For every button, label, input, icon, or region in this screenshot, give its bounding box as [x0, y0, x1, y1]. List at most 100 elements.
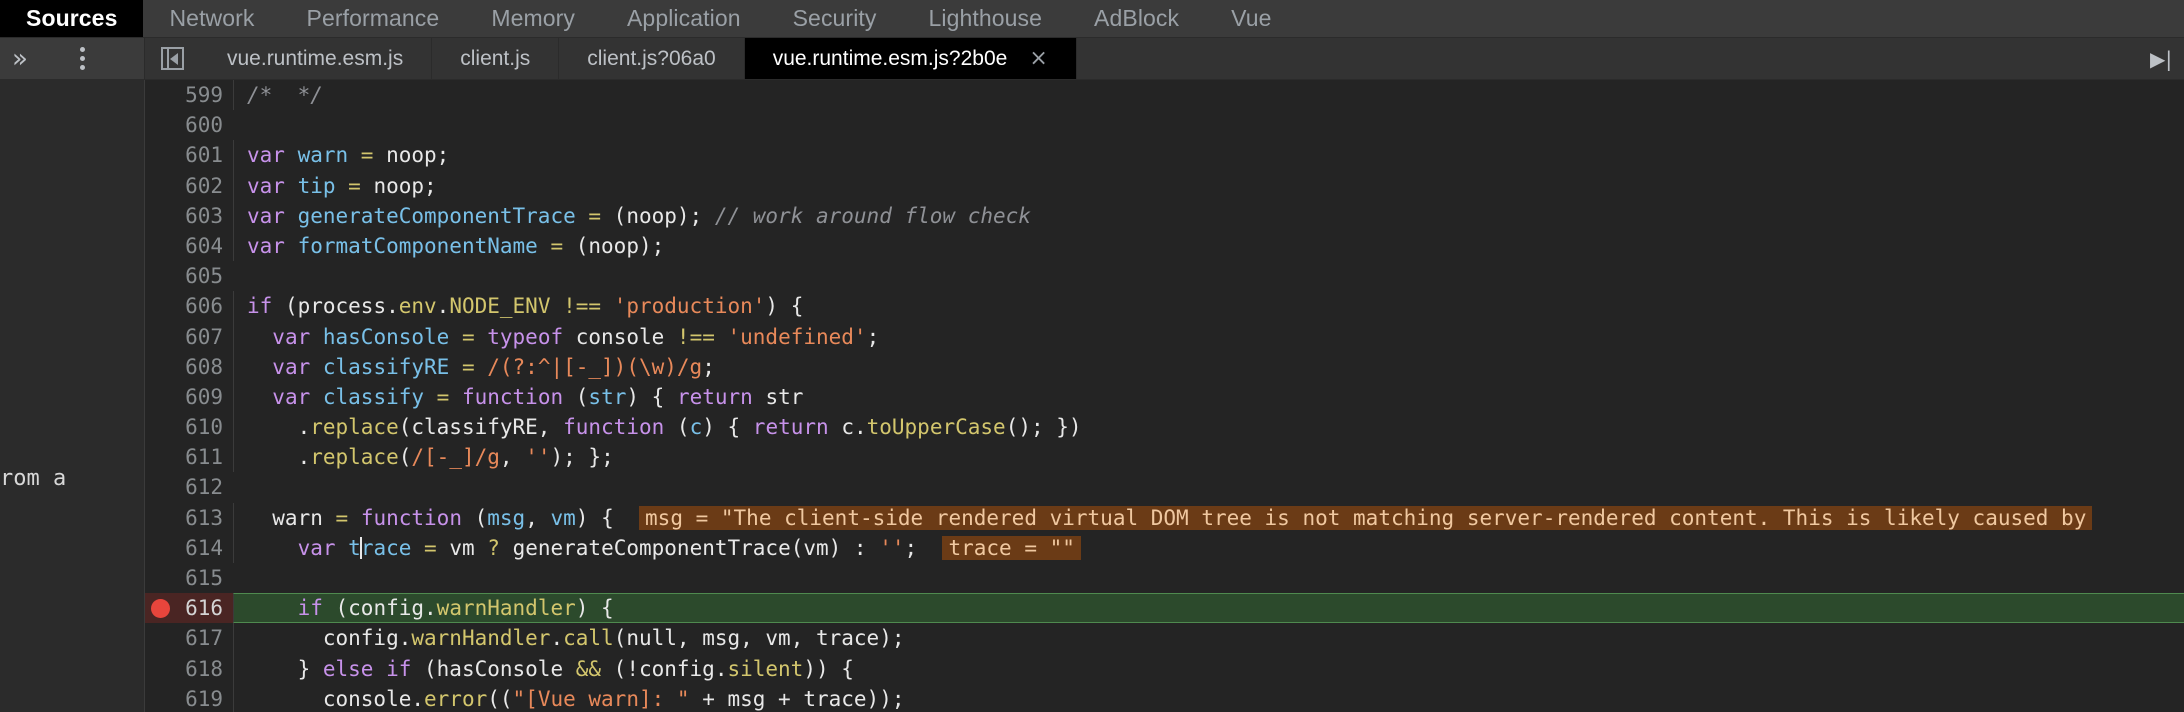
code-line[interactable]: 614 var trace = vm ? generateComponentTr…	[145, 532, 2184, 564]
code-text[interactable]: console.error(("[Vue warn]: " + msg + tr…	[233, 683, 2184, 712]
sources-body: rom a 599 /* */ 600 601 var warn = noop; 602 v…	[0, 80, 2184, 712]
line-number-gutter[interactable]: 605	[145, 261, 233, 292]
code-line[interactable]: 609 var classify = function (str) { retu…	[145, 381, 2184, 413]
close-icon[interactable]: ×	[1029, 47, 1047, 70]
code-text[interactable]: if (process.env.NODE_ENV !== 'production…	[233, 291, 2184, 322]
line-number-gutter[interactable]: 612	[145, 472, 233, 503]
code-line[interactable]: 610 .replace(classifyRE, function (c) { …	[145, 412, 2184, 443]
code-token: ;	[866, 324, 880, 349]
panel-tab-performance[interactable]: Performance	[281, 0, 466, 37]
tabs-overflow-right-icon[interactable]: ▶|	[2138, 38, 2184, 79]
code-text[interactable]: warn = function (msg, vm) { msg = "The c…	[233, 502, 2184, 533]
line-number: 612	[185, 475, 223, 500]
code-text[interactable]: var tip = noop;	[233, 170, 2184, 201]
code-text[interactable]: var trace = vm ? generateComponentTrace(…	[233, 532, 2184, 564]
code-token: ''	[525, 445, 551, 470]
line-number-gutter[interactable]: 606	[145, 291, 233, 322]
kebab-menu-icon[interactable]	[62, 47, 102, 70]
file-tab-label: client.js	[460, 46, 531, 70]
code-line[interactable]: 608 var classifyRE = /(?:^|[-_])(\w)/g;	[145, 351, 2184, 382]
line-number: 619	[185, 686, 223, 711]
code-token: ?	[487, 535, 513, 560]
code-line[interactable]: 603 var generateComponentTrace = (noop); …	[145, 200, 2184, 231]
code-token: /[-_]/g	[411, 445, 500, 470]
line-number-gutter[interactable]: 611	[145, 442, 233, 473]
line-number-gutter[interactable]: 603	[145, 200, 233, 231]
code-token: tip	[297, 173, 349, 198]
code-text[interactable]: var warn = noop;	[233, 140, 2184, 171]
code-text[interactable]: var formatComponentName = (noop);	[233, 230, 2184, 262]
panel-tab-vue[interactable]: Vue	[1205, 0, 1297, 37]
code-token: noop;	[373, 173, 437, 198]
line-number-gutter[interactable]: 601	[145, 140, 233, 171]
code-line[interactable]: 619 console.error(("[Vue warn]: " + msg …	[145, 683, 2184, 712]
code-editor[interactable]: 599 /* */ 600 601 var warn = noop; 602 var tip…	[144, 80, 2184, 712]
code-line[interactable]: 602 var tip = noop;	[145, 170, 2184, 201]
code-line[interactable]: 617 config.warnHandler.call(null, msg, v…	[145, 623, 2184, 654]
line-number-gutter[interactable]: 608	[145, 351, 233, 382]
line-number-gutter[interactable]: 600	[145, 110, 233, 141]
line-number-gutter[interactable]: 614	[145, 532, 233, 564]
code-text[interactable]: config.warnHandler.call(null, msg, vm, t…	[233, 623, 2184, 654]
code-line[interactable]: 618 } else if (hasConsole && (!config.si…	[145, 653, 2184, 684]
code-line[interactable]: 615	[145, 563, 2184, 594]
code-token: !==	[676, 324, 728, 349]
code-line[interactable]: 605	[145, 261, 2184, 292]
code-line[interactable]: 613 warn = function (msg, vm) { msg = "T…	[145, 502, 2184, 533]
chevrons-right-icon[interactable]: »	[0, 46, 38, 72]
file-tab[interactable]: client.js	[432, 38, 560, 79]
code-token: =	[424, 535, 450, 560]
line-number-gutter[interactable]: 599	[145, 80, 233, 111]
line-number-gutter[interactable]: 618	[145, 653, 233, 684]
code-token: 'production'	[613, 294, 766, 319]
line-number-gutter[interactable]: 610	[145, 412, 233, 443]
code-line[interactable]: 612	[145, 472, 2184, 503]
code-token: ,	[499, 445, 526, 470]
line-number-gutter[interactable]: 609	[145, 381, 233, 413]
code-token: (!config.	[613, 656, 728, 681]
file-tab[interactable]: vue.runtime.esm.js	[199, 38, 433, 79]
code-line[interactable]: 607 var hasConsole = typeof console !== …	[145, 321, 2184, 352]
line-number: 601	[185, 143, 223, 168]
panel-tab-sources[interactable]: Sources	[0, 0, 144, 37]
code-text[interactable]: /* */	[233, 80, 2184, 111]
show-navigator-icon[interactable]	[145, 38, 199, 79]
code-text[interactable]: var classifyRE = /(?:^|[-_])(\w)/g;	[233, 351, 2184, 382]
code-token: env	[398, 294, 437, 319]
line-number-gutter[interactable]: 602	[145, 170, 233, 201]
code-line[interactable]: 606 if (process.env.NODE_ENV !== 'product…	[145, 291, 2184, 322]
line-number-gutter[interactable]: 619	[145, 683, 233, 712]
code-line[interactable]: 616 if (config.warnHandler) {	[145, 593, 2184, 624]
code-line[interactable]: 599 /* */	[145, 80, 2184, 111]
navigator-pane[interactable]: rom a	[0, 80, 144, 712]
panel-tab-memory[interactable]: Memory	[465, 0, 601, 37]
code-text[interactable]: } else if (hasConsole && (!config.silent…	[233, 653, 2184, 684]
line-number-gutter[interactable]: 616	[145, 593, 233, 624]
panel-tab-security[interactable]: Security	[767, 0, 903, 37]
panel-tab-lighthouse[interactable]: Lighthouse	[903, 0, 1069, 37]
file-tab-label: vue.runtime.esm.js	[227, 46, 404, 70]
panel-tab-adblock[interactable]: AdBlock	[1068, 0, 1205, 37]
file-tab-active[interactable]: vue.runtime.esm.js?2b0e ×	[744, 38, 1077, 79]
code-line[interactable]: 601 var warn = noop;	[145, 140, 2184, 171]
code-line[interactable]: 604 var formatComponentName = (noop);	[145, 230, 2184, 262]
code-text[interactable]: var hasConsole = typeof console !== 'und…	[233, 321, 2184, 352]
code-text[interactable]: var classify = function (str) { return s…	[233, 381, 2184, 413]
breakpoint-marker-icon[interactable]	[151, 599, 170, 619]
panel-tab-network[interactable]: Network	[143, 0, 280, 37]
panel-tab-application[interactable]: Application	[601, 0, 767, 37]
line-number-gutter[interactable]: 613	[145, 502, 233, 533]
line-number-gutter[interactable]: 615	[145, 563, 233, 594]
line-number-gutter[interactable]: 617	[145, 623, 233, 654]
code-text[interactable]: .replace(/[-_]/g, ''); };	[233, 442, 2184, 473]
file-tab[interactable]: client.js?06a0	[559, 38, 745, 79]
code-token: replace	[310, 415, 399, 440]
code-line[interactable]: 600	[145, 110, 2184, 141]
line-number-gutter[interactable]: 607	[145, 321, 233, 352]
code-text[interactable]: var generateComponentTrace = (noop); // …	[233, 200, 2184, 231]
code-text[interactable]: .replace(classifyRE, function (c) { retu…	[233, 412, 2184, 443]
code-line[interactable]: 611 .replace(/[-_]/g, ''); };	[145, 442, 2184, 473]
line-number-gutter[interactable]: 604	[145, 230, 233, 262]
code-text[interactable]: if (config.warnHandler) {	[233, 593, 2184, 624]
